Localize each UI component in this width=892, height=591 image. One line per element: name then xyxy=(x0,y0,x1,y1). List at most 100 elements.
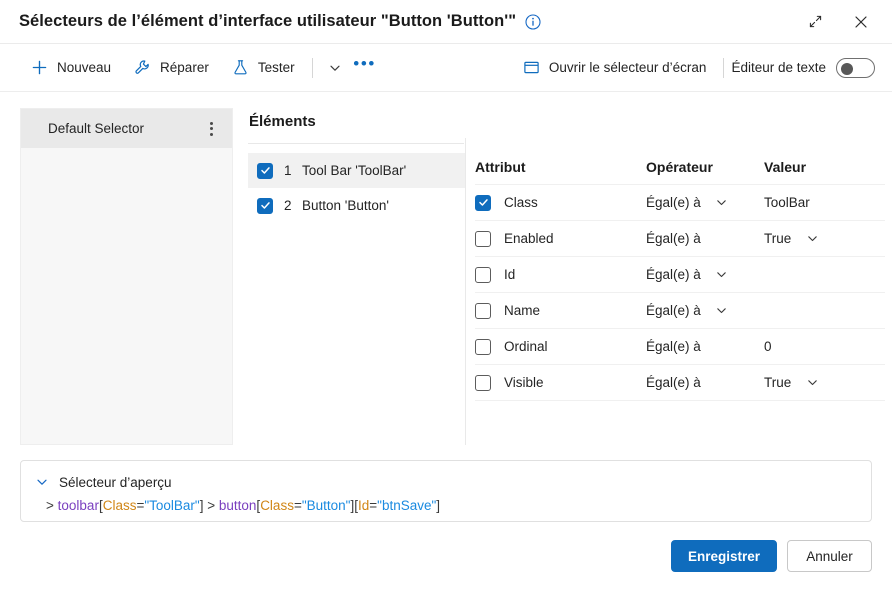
new-button-label: Nouveau xyxy=(57,60,112,75)
preview-selector-toggle[interactable]: Sélecteur d’aperçu xyxy=(33,469,871,495)
operator-cell[interactable]: Égal(e) à xyxy=(646,300,764,322)
chevron-down-icon[interactable] xyxy=(711,300,733,322)
attribute-checkbox[interactable] xyxy=(475,266,491,283)
window-icon xyxy=(522,58,541,77)
value-cell[interactable]: ToolBar xyxy=(764,195,885,210)
chevron-down-icon[interactable] xyxy=(320,53,350,83)
table-row: Id Égal(e) à xyxy=(475,256,885,292)
preview-selector-box: Sélecteur d’aperçu > toolbar[Class="Tool… xyxy=(20,460,872,522)
toggle-knob xyxy=(841,62,853,75)
vertical-ellipsis-icon[interactable] xyxy=(200,116,222,142)
value-cell[interactable]: True xyxy=(764,228,885,250)
plus-icon xyxy=(30,58,49,77)
operator-value: Égal(e) à xyxy=(646,339,701,354)
open-screen-selector-label: Ouvrir le sélecteur d’écran xyxy=(548,60,707,75)
operator-value: Égal(e) à xyxy=(646,231,701,246)
attribute-cell: Id xyxy=(475,266,646,283)
flask-icon xyxy=(231,58,250,77)
expand-icon[interactable] xyxy=(798,7,832,37)
selector-token-attr: Id xyxy=(358,498,370,513)
chevron-down-icon[interactable] xyxy=(801,228,823,250)
preview-selector-title: Sélecteur d’aperçu xyxy=(59,474,172,490)
operator-cell[interactable]: Égal(e) à xyxy=(646,231,764,246)
operator-cell[interactable]: Égal(e) à xyxy=(646,339,764,354)
attribute-cell: Ordinal xyxy=(475,338,646,355)
attribute-name: Name xyxy=(504,303,541,318)
column-header-value: Valeur xyxy=(764,159,807,175)
selector-token-gt: > xyxy=(46,498,54,513)
attribute-value: ToolBar xyxy=(764,195,810,210)
selector-token-tag: toolbar xyxy=(57,498,99,513)
elements-title: Éléments xyxy=(249,113,316,130)
element-checkbox[interactable] xyxy=(257,197,273,214)
attribute-cell: Visible xyxy=(475,374,646,391)
attribute-checkbox[interactable] xyxy=(475,230,491,247)
attribute-checkbox[interactable] xyxy=(475,194,491,211)
repair-button[interactable]: Réparer xyxy=(125,52,217,84)
operator-cell[interactable]: Égal(e) à xyxy=(646,375,764,390)
ellipsis-icon[interactable]: ••• xyxy=(350,53,380,83)
chevron-down-icon xyxy=(33,473,51,491)
table-row: Enabled Égal(e) à True xyxy=(475,220,885,256)
attributes-panel: Attribut Opérateur Valeur Class Égal(e) … xyxy=(475,150,885,401)
selector-token-str: "Button" xyxy=(301,498,351,513)
toolbar-right-group: Ouvrir le sélecteur d’écran Éditeur de t… xyxy=(492,52,875,84)
list-item[interactable]: 1 Tool Bar 'ToolBar' xyxy=(248,153,466,188)
value-cell[interactable]: True xyxy=(764,372,885,394)
close-icon[interactable] xyxy=(844,7,878,37)
info-circle-icon[interactable] xyxy=(525,13,541,30)
element-index: 2 xyxy=(284,198,292,213)
attributes-header-row: Attribut Opérateur Valeur xyxy=(475,150,885,184)
panel-divider xyxy=(465,138,466,445)
table-row: Name Égal(e) à xyxy=(475,292,885,328)
operator-value: Égal(e) à xyxy=(646,267,701,282)
attributes-bottom-divider xyxy=(475,400,885,401)
attribute-checkbox[interactable] xyxy=(475,338,491,355)
table-row: Visible Égal(e) à True xyxy=(475,364,885,400)
save-button[interactable]: Enregistrer xyxy=(670,540,777,572)
element-checkbox[interactable] xyxy=(257,162,273,179)
new-button[interactable]: Nouveau xyxy=(22,52,119,84)
toolbar-divider-2 xyxy=(723,57,725,78)
toolbar-divider xyxy=(311,57,313,78)
test-button[interactable]: Tester xyxy=(223,52,303,84)
value-cell[interactable]: 0 xyxy=(764,339,885,354)
cancel-button[interactable]: Annuler xyxy=(787,540,872,572)
list-item[interactable]: 2 Button 'Button' xyxy=(248,188,466,223)
table-row: Ordinal Égal(e) à 0 xyxy=(475,328,885,364)
test-button-label: Tester xyxy=(257,60,295,75)
chevron-down-icon[interactable] xyxy=(711,264,733,286)
open-screen-selector-button[interactable]: Ouvrir le sélecteur d’écran xyxy=(514,52,715,84)
elements-list: 1 Tool Bar 'ToolBar' 2 Button 'Button' xyxy=(248,153,466,223)
element-label: Button 'Button' xyxy=(302,198,389,213)
table-row: Class Égal(e) à ToolBar xyxy=(475,184,885,220)
selector-list-panel: Default Selector xyxy=(20,108,233,445)
page-title: Sélecteurs de l’élément d’interface util… xyxy=(19,12,517,30)
selector-token-attr: Class xyxy=(260,498,294,513)
sidebar-item-default-selector[interactable]: Default Selector xyxy=(21,109,232,148)
selector-token-attr: Class xyxy=(102,498,137,513)
operator-value: Égal(e) à xyxy=(646,375,701,390)
dialog-footer: Enregistrer Annuler xyxy=(670,540,872,572)
text-editor-toggle[interactable] xyxy=(836,57,875,78)
attribute-cell: Class xyxy=(475,194,646,211)
operator-cell[interactable]: Égal(e) à xyxy=(646,192,764,214)
text-editor-label: Éditeur de texte xyxy=(731,60,826,75)
attribute-cell: Enabled xyxy=(475,230,646,247)
attribute-cell: Name xyxy=(475,302,646,319)
elements-panel: Éléments 1 Tool Bar 'ToolBar' 2 Button '… xyxy=(248,108,466,445)
attribute-checkbox[interactable] xyxy=(475,374,491,391)
selector-token-str: "btnSave" xyxy=(377,498,437,513)
column-header-operator: Opérateur xyxy=(646,159,713,175)
attribute-value: True xyxy=(764,231,792,246)
preview-selector-code[interactable]: > toolbar[Class="ToolBar"] > button[Clas… xyxy=(46,498,871,513)
operator-cell[interactable]: Égal(e) à xyxy=(646,264,764,286)
attribute-name: Class xyxy=(504,195,538,210)
chevron-down-icon[interactable] xyxy=(711,192,733,214)
attribute-checkbox[interactable] xyxy=(475,302,491,319)
attribute-name: Id xyxy=(504,267,516,282)
attribute-value: True xyxy=(764,375,792,390)
selector-editor-dialog: Sélecteurs de l’élément d’interface util… xyxy=(0,0,892,591)
attribute-name: Enabled xyxy=(504,231,554,246)
chevron-down-icon[interactable] xyxy=(801,372,823,394)
